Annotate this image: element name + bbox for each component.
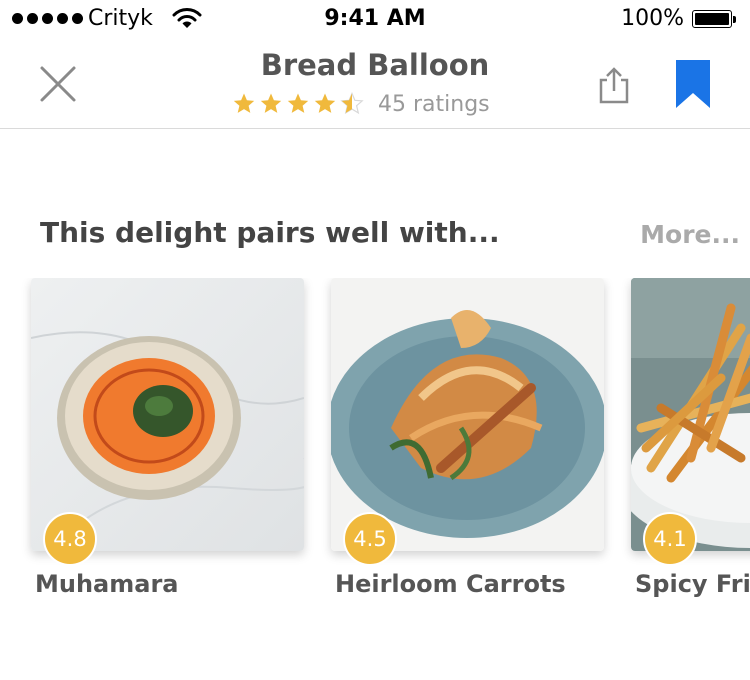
star-rating	[232, 92, 364, 116]
bookmark-icon[interactable]	[676, 60, 710, 108]
dish-name: Muhamara	[35, 570, 179, 598]
battery-percentage: 100%	[621, 6, 684, 31]
heirloom-carrots-image	[331, 278, 604, 551]
dish-name: Heirloom Carrots	[335, 570, 566, 598]
page-title: Bread Balloon	[260, 48, 490, 82]
section-title: This delight pairs well with...	[40, 216, 500, 249]
share-icon[interactable]	[594, 66, 634, 106]
rating-summary: 45 ratings	[232, 90, 490, 118]
battery-icon	[692, 10, 738, 30]
star-icon	[314, 93, 336, 113]
dish-rating-badge: 4.1	[643, 512, 697, 566]
star-icon	[233, 93, 255, 113]
nav-bar: Bread Balloon 45 ratings	[0, 40, 750, 129]
star-icon	[287, 93, 309, 113]
muhamara-image	[31, 278, 304, 551]
status-bar: Crityk 9:41 AM 100%	[0, 0, 750, 40]
spicy-fries-image	[631, 278, 750, 551]
dish-card[interactable]: 4.1 Spicy Fries	[631, 278, 750, 598]
dish-card[interactable]: 4.5 Heirloom Carrots	[331, 278, 604, 598]
dish-card[interactable]: 4.8 Muhamara	[31, 278, 304, 598]
more-link[interactable]: More...	[640, 220, 740, 249]
star-icon	[260, 93, 282, 113]
pairings-carousel[interactable]: 4.8 Muhamara 4.5 Heirloom Carrots 4.1 Sp…	[0, 278, 750, 618]
dish-photo[interactable]	[31, 278, 304, 551]
star-icon	[340, 92, 364, 115]
dish-rating-badge: 4.5	[343, 512, 397, 566]
dish-photo[interactable]	[631, 278, 750, 551]
dish-name: Spicy Fries	[635, 570, 750, 598]
dish-rating-badge: 4.8	[43, 512, 97, 566]
dish-photo[interactable]	[331, 278, 604, 551]
ratings-count: 45 ratings	[378, 91, 490, 117]
